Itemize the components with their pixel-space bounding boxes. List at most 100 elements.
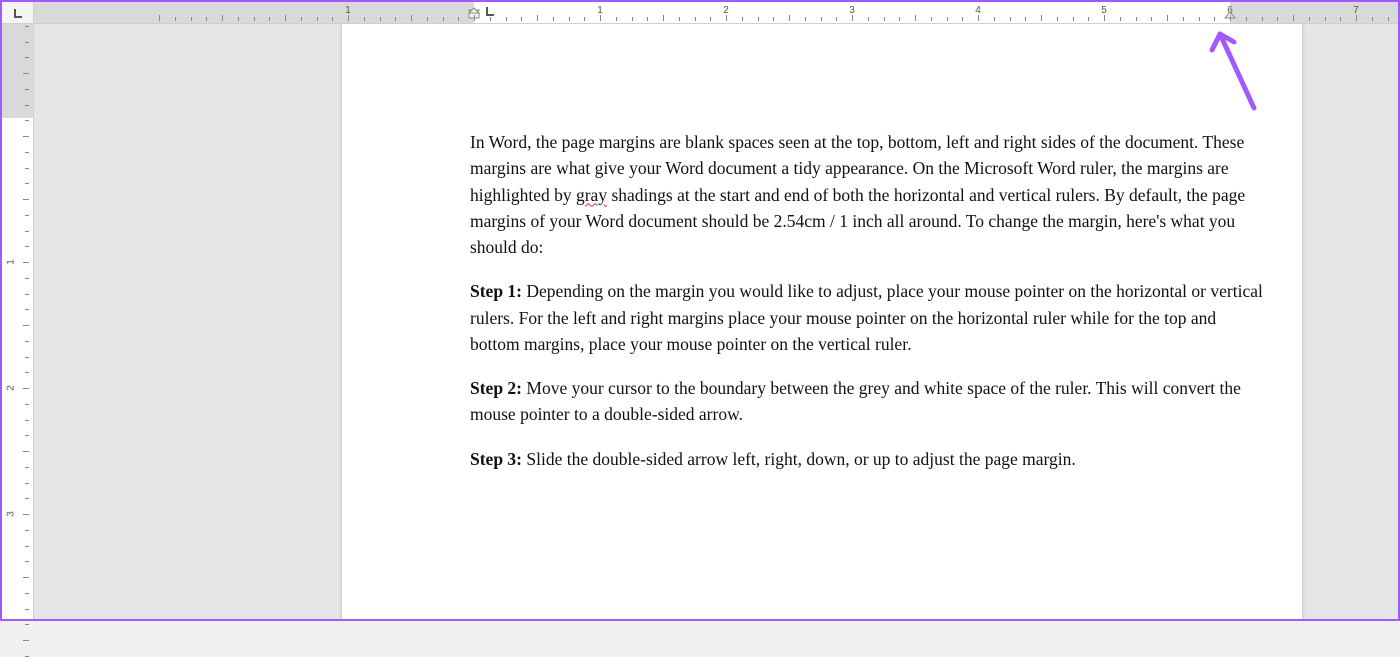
hruler-tick bbox=[852, 15, 853, 21]
vruler-tick bbox=[25, 152, 29, 153]
horizontal-ruler[interactable]: 1 1 2 3 4 5 6 7 bbox=[34, 2, 1398, 24]
vruler-number: 3 bbox=[5, 511, 16, 517]
hruler-tick bbox=[1010, 17, 1011, 21]
vruler-tick bbox=[25, 341, 29, 342]
hruler-tick bbox=[1041, 15, 1042, 21]
vruler-tick bbox=[25, 483, 29, 484]
hruler-tick bbox=[899, 17, 900, 21]
hruler-tick bbox=[1136, 17, 1137, 21]
hruler-tick bbox=[269, 17, 270, 21]
hruler-tick bbox=[348, 15, 349, 21]
vruler-tick bbox=[25, 309, 29, 310]
step-label: Step 3: bbox=[470, 449, 522, 469]
hruler-tick bbox=[1057, 17, 1058, 21]
vruler-tick bbox=[25, 467, 29, 468]
hruler-tick bbox=[679, 17, 680, 21]
hruler-tick bbox=[175, 17, 176, 21]
hruler-tick bbox=[537, 15, 538, 21]
hruler-tick bbox=[1025, 17, 1026, 21]
hruler-tick bbox=[458, 17, 459, 21]
hruler-tick bbox=[1340, 17, 1341, 21]
vruler-tick bbox=[25, 168, 29, 169]
hruler-tick bbox=[1262, 17, 1263, 21]
hruler-tick bbox=[569, 17, 570, 21]
paragraph-text: Depending on the margin you would like t… bbox=[470, 281, 1263, 354]
hruler-tick bbox=[285, 15, 286, 21]
hruler-tick bbox=[317, 17, 318, 21]
vruler-tick bbox=[25, 530, 29, 531]
hruler-tick bbox=[364, 17, 365, 21]
vruler-tick bbox=[25, 561, 29, 562]
vruler-tick bbox=[25, 357, 29, 358]
left-tab-icon bbox=[12, 7, 24, 19]
vruler-tick bbox=[25, 42, 29, 43]
vruler-tick bbox=[23, 199, 29, 200]
page-body-text[interactable]: In Word, the page margins are blank spac… bbox=[470, 129, 1270, 490]
vruler-tick bbox=[25, 498, 29, 499]
hruler-tick bbox=[647, 17, 648, 21]
hruler-tick bbox=[1120, 17, 1121, 21]
hruler-tick bbox=[1104, 15, 1105, 21]
tab-selector-corner[interactable] bbox=[2, 2, 34, 24]
hruler-tick bbox=[1230, 15, 1231, 21]
spellcheck-squiggle-word[interactable]: gray bbox=[576, 185, 607, 205]
vruler-number: 1 bbox=[5, 259, 16, 265]
hruler-tick bbox=[1325, 17, 1326, 21]
hruler-tick bbox=[632, 17, 633, 21]
vruler-white-zone bbox=[2, 118, 33, 619]
hruler-tick bbox=[380, 17, 381, 21]
vruler-tick bbox=[23, 262, 29, 263]
vruler-tick bbox=[25, 183, 29, 184]
hruler-tick bbox=[1151, 17, 1152, 21]
vruler-tick bbox=[25, 231, 29, 232]
hruler-tick bbox=[1214, 17, 1215, 21]
hruler-tick bbox=[695, 17, 696, 21]
hruler-tick bbox=[332, 17, 333, 21]
word-editor-frame: 1 1 2 3 4 5 6 7 1 2 3 bbox=[2, 2, 1398, 619]
hruler-tick bbox=[758, 17, 759, 21]
hruler-tick bbox=[1309, 17, 1310, 21]
hruler-tick bbox=[411, 15, 412, 21]
hruler-tick bbox=[978, 15, 979, 21]
vruler-number: 2 bbox=[5, 385, 16, 391]
hruler-tick bbox=[726, 15, 727, 21]
step1-paragraph[interactable]: Step 1: Depending on the margin you woul… bbox=[470, 278, 1270, 357]
vruler-tick bbox=[23, 73, 29, 74]
vruler-tick bbox=[25, 215, 29, 216]
vruler-tick bbox=[23, 325, 29, 326]
vruler-tick bbox=[25, 420, 29, 421]
hruler-tick bbox=[254, 17, 255, 21]
hruler-tick bbox=[710, 17, 711, 21]
hruler-tick bbox=[805, 17, 806, 21]
step2-paragraph[interactable]: Step 2: Move your cursor to the boundary… bbox=[470, 375, 1270, 428]
paragraph-text: Move your cursor to the boundary between… bbox=[470, 378, 1241, 424]
vruler-tick bbox=[25, 120, 29, 121]
hruler-tick bbox=[1356, 15, 1357, 21]
vruler-tick bbox=[25, 372, 29, 373]
hruler-tick bbox=[994, 17, 995, 21]
hruler-tick bbox=[1372, 17, 1373, 21]
vruler-tick bbox=[25, 89, 29, 90]
document-page[interactable]: In Word, the page margins are blank spac… bbox=[342, 24, 1302, 619]
hruler-tick bbox=[742, 17, 743, 21]
vruler-tick bbox=[25, 278, 29, 279]
vruler-tick bbox=[25, 105, 29, 106]
hruler-tick bbox=[915, 15, 916, 21]
vruler-tick bbox=[25, 246, 29, 247]
intro-paragraph[interactable]: In Word, the page margins are blank spac… bbox=[470, 129, 1270, 260]
document-viewport[interactable]: In Word, the page margins are blank spac… bbox=[34, 24, 1398, 619]
hruler-tick bbox=[600, 15, 601, 21]
vruler-tick bbox=[25, 593, 29, 594]
hruler-tick bbox=[931, 17, 932, 21]
hruler-tick bbox=[427, 17, 428, 21]
hruler-tick bbox=[553, 17, 554, 21]
hruler-tick bbox=[490, 17, 491, 21]
hruler-tick bbox=[821, 17, 822, 21]
vruler-tick bbox=[25, 26, 29, 27]
vruler-tick bbox=[25, 624, 29, 625]
hruler-tick bbox=[1388, 17, 1389, 21]
hruler-tick bbox=[159, 15, 160, 21]
vruler-tick bbox=[25, 546, 29, 547]
step3-paragraph[interactable]: Step 3: Slide the double-sided arrow lef… bbox=[470, 446, 1270, 472]
vertical-ruler[interactable]: 1 2 3 bbox=[2, 24, 34, 619]
